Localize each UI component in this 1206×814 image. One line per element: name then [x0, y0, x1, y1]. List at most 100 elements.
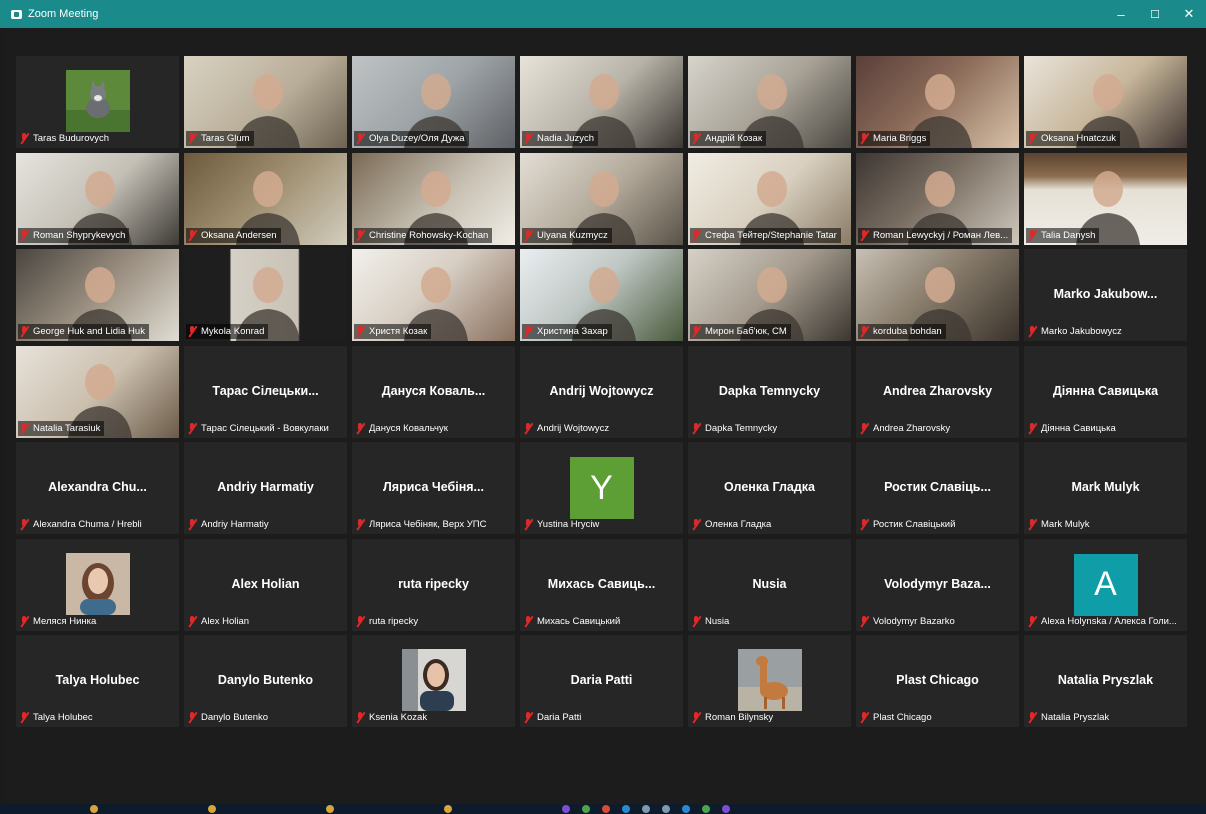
participant-tile[interactable]: Oksana Andersen [184, 152, 347, 245]
taskbar-app-icon[interactable] [208, 805, 216, 813]
participant-tile[interactable]: Ростик Славіць... Ростик Славіцький [856, 442, 1019, 534]
participant-tile[interactable]: Nadia Juzych [520, 56, 683, 148]
maximize-button[interactable]: ☐ [1138, 0, 1172, 28]
participant-tile[interactable]: Діянна Савицька Діянна Савицька [1024, 345, 1187, 438]
participant-display-name: Тарас Сілецьки... [212, 383, 319, 398]
mic-muted-icon [188, 229, 197, 241]
participant-display-name: Діянна Савицька [1052, 383, 1159, 398]
participant-tile[interactable]: Volodymyr Baza... Volodymyr Bazarko [856, 538, 1019, 631]
participant-name: Alex Holian [201, 615, 250, 627]
participant-name: Mykola Konrad [201, 326, 265, 337]
participant-tile[interactable]: Mykola Konrad [184, 249, 347, 341]
windows-taskbar [0, 804, 1206, 814]
participant-name: Daria Patti [537, 712, 582, 723]
participant-tile[interactable]: Taras Budurovych [16, 56, 179, 148]
participant-tile[interactable]: Oksana Hnatczuk [1024, 56, 1187, 148]
participant-tile[interactable]: Y Yustina Hryciw [520, 442, 683, 534]
participant-tile[interactable]: A Alexa Holynska / Алекса Голи... [1024, 538, 1187, 631]
mic-muted-icon [188, 615, 197, 627]
participant-tile[interactable]: Alexandra Chu... Alexandra Chuma / Hrebli [16, 442, 179, 534]
taskbar-app-icon[interactable] [702, 805, 710, 813]
taskbar-app-icon[interactable] [602, 805, 610, 813]
participant-nameplate: Дануся Ковальчук [354, 421, 452, 436]
participant-tile[interactable]: ruta ripecky ruta ripecky [352, 538, 515, 631]
mic-muted-icon [20, 519, 29, 530]
participant-display-name: ruta ripecky [398, 576, 469, 591]
participant-tile[interactable]: Natalia Tarasiuk [16, 345, 179, 438]
participant-nameplate: Ksenia Kozak [354, 710, 431, 725]
taskbar-app-icon[interactable] [90, 805, 98, 813]
participant-display-name: Plast Chicago [896, 673, 979, 687]
participant-tile[interactable]: Andrea Zharovsky Andrea Zharovsky [856, 345, 1019, 438]
participant-tile[interactable]: Ulyana Kuzmycz [520, 152, 683, 245]
participant-tile[interactable]: Оленка Гладка Оленка Гладка [688, 442, 851, 534]
participant-name: Christine Rohowsky-Kochan [369, 229, 489, 241]
participant-name: Ulyana Kuzmycz [537, 229, 608, 241]
participant-tile[interactable]: Dapka Temnycky Dapka Temnycky [688, 345, 851, 438]
mic-muted-icon [20, 712, 29, 723]
participant-tile[interactable]: Natalia Pryszlak Natalia Pryszlak [1024, 635, 1187, 727]
participant-tile[interactable]: Plast Chicago Plast Chicago [856, 635, 1019, 727]
participant-tile[interactable]: Taras Glum [184, 56, 347, 148]
taskbar-app-icon[interactable] [582, 805, 590, 813]
participant-tile[interactable]: korduba bohdan [856, 249, 1019, 341]
participant-tile[interactable]: Roman Bilynsky [688, 635, 851, 727]
participant-tile[interactable]: Михась Савиць... Михась Савицький [520, 538, 683, 631]
participant-display-name: Danylo Butenko [217, 673, 314, 687]
participant-tile[interactable]: Стефа Тейтер/Stephanie Tatar [688, 152, 851, 245]
participant-tile[interactable]: Тарас Сілецьки... Тарас Сілецький - Вовку… [184, 345, 347, 438]
close-button[interactable]: ✕ [1172, 0, 1206, 28]
taskbar-app-icon[interactable] [326, 805, 334, 813]
participant-tile[interactable]: Мирон Баб'юк, CM [688, 249, 851, 341]
participant-tile[interactable]: Andrij Wojtowycz Andrij Wojtowycz [520, 345, 683, 438]
participant-nameplate: Лярисa Чебіняк, Верх УПС [354, 517, 490, 532]
participant-tile[interactable]: Христина Захар [520, 249, 683, 341]
participant-tile[interactable]: Roman Shyprykevych [16, 152, 179, 245]
participant-nameplate: Taras Budurovych [18, 131, 113, 146]
participant-tile[interactable]: Mark Mulyk Mark Mulyk [1024, 442, 1187, 534]
participant-nameplate: Nusia [690, 614, 733, 629]
participant-tile[interactable]: Olya Duzey/Оля Дужа [352, 56, 515, 148]
participant-name: Тарас Сілецький - Вовкулаки [201, 422, 329, 434]
participant-nameplate: Talia Danysh [1026, 227, 1100, 243]
participant-tile[interactable]: Roman Lewyckyj / Роман Лев... [856, 152, 1019, 245]
participant-nameplate: Oksana Hnatczuk [1026, 131, 1120, 146]
participant-nameplate: Меляся Нинка [18, 614, 100, 629]
taskbar-app-icon[interactable] [444, 805, 452, 813]
participant-tile[interactable]: Ляриса Чебіня... Лярисa Чебіняк, Верх УПС [352, 442, 515, 534]
participant-name: Danylo Butenko [201, 712, 269, 723]
participant-tile[interactable]: Daria Patti Daria Patti [520, 635, 683, 727]
taskbar-app-icon[interactable] [662, 805, 670, 813]
participant-tile[interactable]: Marko Jakubow... Marko Jakubowycz [1024, 249, 1187, 341]
mic-muted-icon [356, 326, 365, 337]
mic-muted-icon [188, 519, 197, 530]
participant-nameplate: korduba bohdan [858, 324, 946, 339]
participant-tile[interactable]: Andriy Harmatiy Andriy Harmatiy [184, 442, 347, 534]
participant-tile[interactable]: Christine Rohowsky-Kochan [352, 152, 515, 245]
participant-tile[interactable]: Maria Briggs [856, 56, 1019, 148]
minimize-button[interactable]: – [1104, 0, 1138, 28]
taskbar-app-icon[interactable] [722, 805, 730, 813]
participant-tile[interactable]: Nusia Nusia [688, 538, 851, 631]
participant-tile[interactable]: Дануся Коваль... Дануся Ковальчук [352, 345, 515, 438]
participant-tile[interactable]: Христя Козак [352, 249, 515, 341]
taskbar-app-icon[interactable] [642, 805, 650, 813]
participant-tile[interactable]: Ksenia Kozak [352, 635, 515, 727]
participant-name: Roman Shyprykevych [33, 229, 126, 241]
participant-tile[interactable]: Talya Holubec Talya Holubec [16, 635, 179, 727]
participant-tile[interactable]: Меляся Нинка [16, 538, 179, 631]
mic-muted-icon [524, 133, 533, 144]
participant-nameplate: Andrea Zharovsky [858, 421, 954, 436]
mic-muted-icon [860, 326, 869, 337]
participant-tile[interactable]: Danylo Butenko Danylo Butenko [184, 635, 347, 727]
participant-tile[interactable]: Андрій Козак [688, 56, 851, 148]
participant-tile[interactable]: Talia Danysh [1024, 152, 1187, 245]
taskbar-app-icon[interactable] [622, 805, 630, 813]
participant-name: Дануся Ковальчук [369, 422, 448, 434]
participant-tile[interactable]: George Huk and Lidia Huk [16, 249, 179, 341]
taskbar-app-icon[interactable] [562, 805, 570, 813]
mic-muted-icon [524, 229, 533, 241]
mic-muted-icon [524, 615, 533, 627]
taskbar-app-icon[interactable] [682, 805, 690, 813]
participant-tile[interactable]: Alex Holian Alex Holian [184, 538, 347, 631]
